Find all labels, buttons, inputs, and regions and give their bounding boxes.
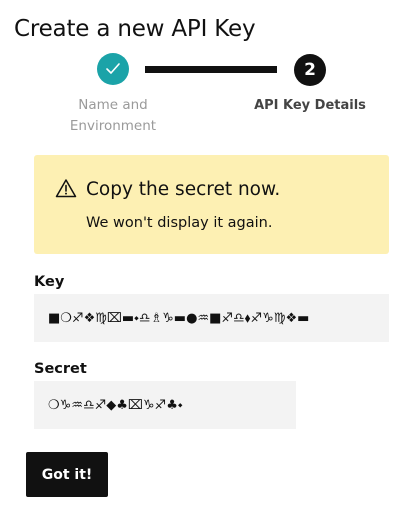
got-it-button[interactable]: Got it! xyxy=(26,452,108,497)
alert-body: We won't display it again. xyxy=(86,215,273,231)
key-label: Key xyxy=(34,274,65,290)
secret-label: Secret xyxy=(34,361,87,377)
page-title: Create a new API Key xyxy=(14,16,256,42)
step-1-indicator xyxy=(97,53,129,85)
step-connector xyxy=(145,66,277,73)
step-1-label: Name and Environment xyxy=(69,97,157,134)
step-2-label: API Key Details xyxy=(254,98,366,113)
alert-title: Copy the secret now. xyxy=(86,179,281,200)
secret-value-field[interactable]: ❍♑♒♎♐◆♣⌧♑♐♣⬩ xyxy=(34,381,296,429)
warning-alert: Copy the secret now. We won't display it… xyxy=(34,155,389,254)
key-value-field[interactable]: ■❍♐❖♍⌧▬⬩♎♗♑▬●♒■♐♎⬧♐♑♍❖▬ xyxy=(34,294,389,342)
step-2-indicator: 2 xyxy=(294,54,326,86)
check-icon xyxy=(106,63,120,74)
warning-icon xyxy=(55,179,77,198)
